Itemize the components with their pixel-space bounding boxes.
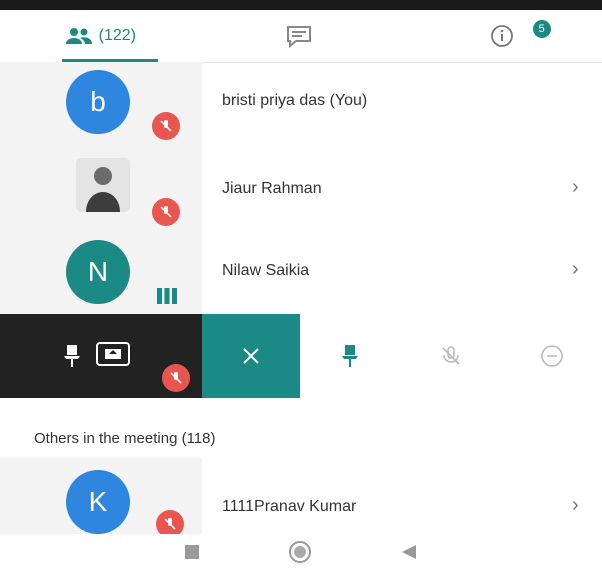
avatar-photo [76,158,130,212]
participant-name: Jiaur Rahman [222,180,322,197]
chevron-right-icon[interactable]: › [572,176,579,199]
participant-name: Nilaw Saikia [222,262,310,279]
tab-chat[interactable]: 5 [201,10,551,62]
close-actions-button[interactable] [202,314,300,398]
audio-level-icon [156,286,178,311]
home-button[interactable] [288,540,312,569]
chevron-right-icon[interactable]: › [572,258,579,281]
selected-participant-tile [0,314,202,398]
mic-muted-icon [152,112,180,140]
pin-icon [342,345,359,367]
people-icon [65,28,92,44]
back-button[interactable] [400,543,418,566]
action-buttons [300,314,602,398]
participant-action-bar [0,314,602,398]
recents-button[interactable] [184,544,200,565]
screen-share-icon [96,342,130,371]
participants-count: (122) [98,27,137,44]
participant-row[interactable]: b bristi priya das (You) [0,62,602,142]
triangle-back-icon [402,544,416,559]
status-bar [0,0,602,10]
tab-info[interactable] [401,10,602,62]
chat-icon [287,26,311,49]
avatar: K [66,470,130,534]
participant-row[interactable]: N Nilaw Saikia › [0,232,602,312]
participant-name: 1111Pranav Kumar [222,498,357,515]
tab-participants[interactable]: (122) [0,10,201,62]
avatar: N [66,240,130,304]
minus-circle-icon [540,345,563,367]
mute-participant-button[interactable] [421,326,481,386]
avatar: b [66,70,130,134]
others-section-title: Others in the meeting (118) [34,430,216,447]
meeting-tabs: (122) 5 [0,10,602,63]
mic-off-icon [442,346,460,365]
participant-name: bristi priya das (You) [222,92,368,109]
participant-row[interactable]: Jiaur Rahman › [0,148,602,228]
participant-row[interactable]: K 1111Pranav Kumar › [0,458,602,538]
pin-button[interactable] [320,326,380,386]
pin-icon [62,344,82,373]
mic-muted-icon [162,364,190,392]
system-nav-bar [0,534,602,574]
info-icon [490,25,513,47]
close-icon [243,348,259,364]
square-icon [185,544,199,559]
circle-icon [289,540,311,563]
remove-participant-button[interactable] [522,326,582,386]
mic-muted-icon [152,198,180,226]
chevron-right-icon[interactable]: › [572,494,579,517]
